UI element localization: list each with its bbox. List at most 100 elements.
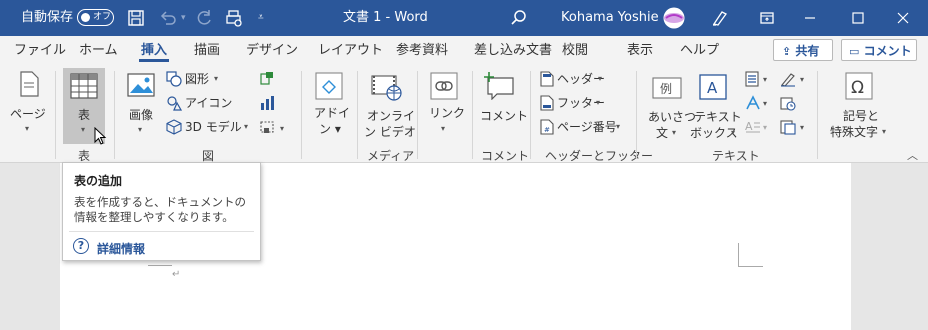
new-comment-button[interactable]: コメント: [478, 69, 528, 143]
print-preview-icon[interactable]: [224, 8, 244, 28]
picture-button[interactable]: 画像 ▾: [122, 69, 160, 143]
tab-help[interactable]: ヘルプ: [680, 36, 719, 65]
link-button[interactable]: リンク ▾: [424, 69, 465, 143]
online-video-button[interactable]: オンライ ン ビデオ: [364, 69, 416, 143]
tab-draw[interactable]: 描画: [194, 36, 220, 65]
group-label-comments: コメント: [481, 149, 530, 163]
pages-label: ページ: [10, 107, 46, 121]
ribbon-display-options-icon[interactable]: [757, 8, 777, 28]
header-button[interactable]: ヘッダー ▾: [540, 70, 620, 88]
chevron-down-icon: ▾: [763, 123, 768, 132]
tab-review[interactable]: 校閲: [562, 36, 588, 65]
tab-file[interactable]: ファイル: [14, 36, 66, 65]
icons-button[interactable]: アイコン: [166, 94, 236, 112]
svg-text:例: 例: [660, 82, 672, 96]
text-box-button[interactable]: A テキスト ボックス ▾: [690, 69, 742, 143]
tab-mailings[interactable]: 差し込み文書: [474, 36, 552, 65]
group-divider: [114, 71, 115, 159]
tab-home[interactable]: ホーム: [79, 36, 118, 65]
save-icon[interactable]: [126, 8, 146, 28]
online-video-label-1: オンライ: [367, 109, 416, 123]
customize-toolbar-icon[interactable]: ⩡: [258, 0, 264, 36]
group-divider: [817, 71, 818, 159]
online-video-label-2: ン ビデオ: [364, 125, 416, 139]
screenshot-icon[interactable]: [259, 119, 275, 135]
date-time-icon[interactable]: [780, 95, 796, 111]
comment-button[interactable]: ▭ コメント: [841, 39, 917, 61]
signature-line-icon[interactable]: [780, 71, 796, 87]
tab-insert[interactable]: 挿入: [138, 36, 170, 65]
autosave-toggle[interactable]: オフ: [77, 9, 114, 26]
maximize-icon[interactable]: [848, 8, 868, 28]
icons-icon: [167, 96, 182, 111]
cube-icon: [166, 119, 182, 135]
page-number-icon: #: [540, 119, 554, 135]
svg-text:A: A: [745, 120, 753, 133]
footer-button[interactable]: フッター ▾: [540, 94, 620, 112]
group-divider: [301, 71, 302, 159]
footer-icon: [540, 95, 554, 111]
add-ins-label-2: ン ▾: [319, 122, 341, 136]
chevron-down-icon: ▾: [763, 99, 768, 108]
greeting-icon: 例: [652, 77, 682, 99]
tab-design[interactable]: デザイン: [246, 36, 298, 65]
avatar[interactable]: [662, 7, 686, 29]
symbols-button[interactable]: Ω 記号と 特殊文字 ▾: [826, 69, 892, 143]
wordart-icon[interactable]: [745, 95, 761, 111]
object-icon[interactable]: [780, 119, 796, 135]
smartart-icon[interactable]: [259, 71, 275, 87]
pen-icon[interactable]: [710, 8, 730, 28]
new-comment-label: コメント: [480, 109, 529, 123]
chevron-down-icon: ▾: [672, 128, 677, 137]
pages-button[interactable]: ページ ▾: [8, 69, 48, 143]
group-divider: [55, 71, 56, 159]
page-icon: [20, 71, 39, 97]
user-name[interactable]: Kohama Yoshie: [561, 0, 659, 36]
tab-view[interactable]: 表示: [627, 36, 653, 65]
tooltip-more-info-link[interactable]: 詳細情報: [97, 240, 145, 257]
group-label-media: メディア: [367, 149, 415, 163]
shapes-button[interactable]: 図形 ▾: [166, 70, 236, 88]
svg-text:Ω: Ω: [851, 78, 864, 98]
chevron-down-icon: ▾: [882, 127, 887, 136]
icons-label: アイコン: [185, 96, 233, 110]
chevron-down-icon: ▾: [800, 123, 805, 132]
close-icon[interactable]: [893, 8, 913, 28]
undo-icon[interactable]: [158, 8, 178, 28]
share-button[interactable]: ⇪ 共有: [773, 39, 833, 61]
add-ins-button[interactable]: アドイ ン ▾: [309, 69, 350, 143]
link-icon: [430, 72, 458, 100]
greeting-button[interactable]: 例 あいさつ 文 ▾: [644, 69, 696, 143]
chevron-down-icon: ▾: [598, 74, 603, 83]
collapse-ribbon-icon[interactable]: ︿: [907, 147, 918, 163]
paragraph-mark: ↵: [172, 269, 181, 280]
title-bar: 自動保存 オフ ▾ ⩡ 文書 1 - Word Kohama Yoshie: [0, 0, 928, 36]
page-number-button[interactable]: # ページ番号 ▾: [540, 118, 630, 136]
3d-models-button[interactable]: 3D モデル ▾: [166, 118, 256, 136]
text-box-label-1: テキスト: [694, 110, 742, 124]
help-icon: ?: [73, 238, 89, 254]
new-comment-icon: [484, 72, 514, 100]
toggle-knob: [81, 12, 90, 22]
minimize-icon[interactable]: [800, 8, 820, 28]
tab-references[interactable]: 参考資料: [396, 36, 448, 65]
chevron-down-icon: ▾: [731, 128, 736, 137]
chart-icon[interactable]: [259, 95, 275, 111]
drop-cap-icon[interactable]: A: [745, 119, 761, 135]
chevron-down-icon: ▾: [616, 122, 621, 131]
ribbon: ページ ▾ 表 ▾ 表 画像 ▾ 図形 ▾ アイコン 3D モデル ▾ ▾ 図 …: [0, 65, 928, 163]
group-divider: [636, 71, 637, 159]
chevron-down-icon: ▾: [25, 124, 30, 133]
tab-layout[interactable]: レイアウト: [318, 36, 383, 65]
symbols-label-1: 記号と: [843, 109, 880, 123]
search-icon[interactable]: [509, 8, 529, 28]
undo-dropdown-icon[interactable]: ▾: [181, 0, 186, 36]
table-tooltip: 表の追加 表を作成すると、ドキュメントの情報を整理しやすくなります。 ? 詳細情…: [62, 162, 261, 261]
chevron-down-icon: ▾: [138, 125, 143, 134]
quick-parts-icon[interactable]: [745, 71, 759, 87]
svg-text:#: #: [544, 126, 550, 134]
group-divider: [472, 71, 473, 159]
comment-icon: ▭: [849, 45, 860, 58]
redo-icon[interactable]: [194, 8, 214, 28]
shapes-icon: [166, 71, 182, 87]
